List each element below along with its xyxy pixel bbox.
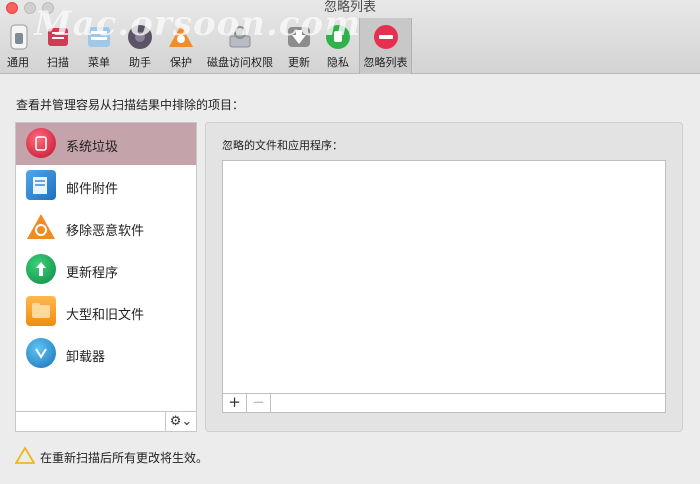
toolbar-item-menu[interactable]: 菜单: [80, 18, 118, 74]
toolbar-item-update[interactable]: 更新: [281, 18, 317, 74]
ignore-minus-icon: [372, 22, 400, 50]
toolbar-item-disk-access[interactable]: 磁盘访问权限: [203, 18, 277, 74]
add-button[interactable]: +: [223, 394, 247, 412]
module-label: 邮件附件: [66, 182, 119, 197]
module-list: 系统垃圾 邮件附件 移除恶意软件 更新程序 大型和旧文件 卸载器 ⚙⌄: [15, 122, 197, 432]
module-label: 系统垃圾: [66, 140, 119, 155]
module-item-large-old-files[interactable]: 大型和旧文件: [16, 291, 196, 333]
module-item-updater[interactable]: 更新程序: [16, 249, 196, 291]
toolbar-label: 保护: [170, 56, 192, 69]
privacy-hand-icon: [324, 22, 352, 50]
gear-menu-button[interactable]: ⚙⌄: [165, 412, 196, 431]
scan-icon: [44, 22, 72, 50]
toolbar-item-privacy[interactable]: 隐私: [320, 18, 356, 74]
toolbar-label: 忽略列表: [363, 56, 408, 69]
toolbar-item-general[interactable]: 通用: [0, 18, 36, 74]
module-item-system-junk[interactable]: 系统垃圾: [16, 123, 196, 165]
menu-icon: [85, 22, 113, 50]
module-label: 移除恶意软件: [66, 224, 145, 239]
module-item-mail-attachments[interactable]: 邮件附件: [16, 165, 196, 207]
switch-icon: [5, 22, 33, 50]
toolbar-label: 磁盘访问权限: [207, 56, 273, 69]
window-title: 忽略列表: [323, 0, 376, 15]
toolbar-item-protection[interactable]: 保护: [162, 18, 200, 74]
toolbar-item-scan[interactable]: 扫描: [40, 18, 76, 74]
toolbar-item-ignore-list[interactable]: 忽略列表: [359, 18, 412, 74]
list-controls: + −: [222, 393, 666, 413]
updater-arrow-icon: [26, 254, 56, 284]
malware-biohazard-icon: [26, 212, 56, 242]
system-junk-icon: [26, 128, 56, 158]
footer-warning: 在重新扫描后所有更改将生效。: [15, 446, 615, 468]
protection-icon: [167, 22, 195, 50]
toolbar-label: 隐私: [327, 56, 349, 69]
warning-icon: [15, 446, 35, 464]
remove-button[interactable]: −: [247, 394, 271, 412]
uninstaller-icon: [26, 338, 56, 368]
ignored-items-label: 忽略的文件和应用程序：: [222, 139, 343, 152]
window-toolbar: 忽略列表 通用 扫描 菜单 助手 保护 磁盘访问权限 更新 隐私 忽略列表 Ma…: [0, 0, 700, 74]
update-download-icon: [285, 22, 313, 50]
ignored-items-list[interactable]: [222, 160, 666, 394]
large-old-files-icon: [26, 296, 56, 326]
module-label: 大型和旧文件: [66, 308, 145, 323]
mail-attachments-icon: [26, 170, 56, 200]
toolbar-label: 更新: [288, 56, 310, 69]
ignored-items-panel: 忽略的文件和应用程序： + −: [205, 122, 683, 432]
module-label: 卸载器: [66, 350, 106, 365]
module-item-malware-removal[interactable]: 移除恶意软件: [16, 207, 196, 249]
module-label: 更新程序: [66, 266, 119, 281]
module-item-uninstaller[interactable]: 卸载器: [16, 333, 196, 375]
toolbar-label: 菜单: [88, 56, 110, 69]
toolbar-item-assistant[interactable]: 助手: [121, 18, 159, 74]
toolbar-label: 扫描: [47, 56, 69, 69]
toolbar-label: 助手: [129, 56, 151, 69]
instruction-text: 查看并管理容易从扫描结果中排除的项目：: [16, 98, 245, 112]
assistant-icon: [126, 22, 154, 50]
disk-access-icon: [226, 22, 254, 50]
toolbar-label: 通用: [7, 56, 29, 69]
warning-text: 在重新扫描后所有更改将生效。: [40, 451, 209, 465]
module-list-footer: ⚙⌄: [16, 411, 196, 431]
